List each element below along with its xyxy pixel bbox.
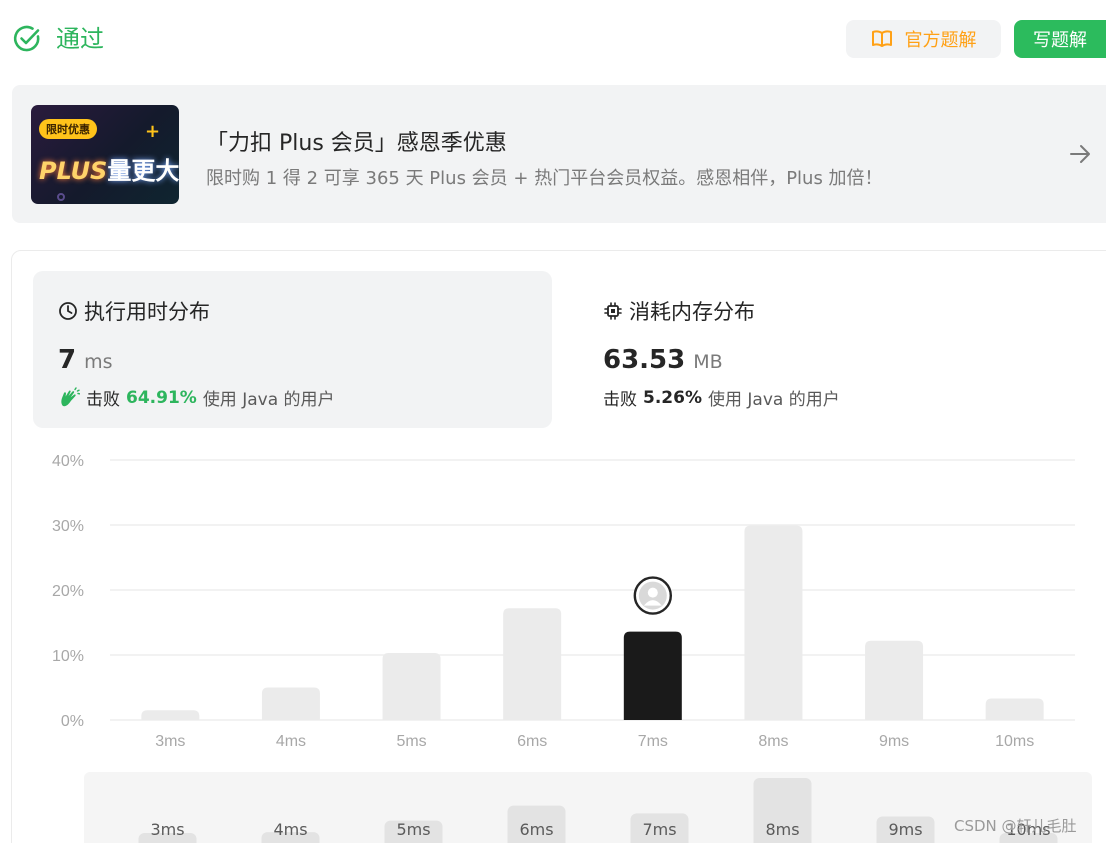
runtime-unit: ms — [84, 351, 113, 373]
runtime-panel[interactable]: 执行用时分布 7 ms 击败 64.91% 使用 Java 的用户 — [33, 271, 552, 428]
x-tick-label: 10ms — [995, 733, 1034, 750]
x-tick-label: 3ms — [155, 733, 185, 750]
promo-subtitle: 限时购 1 得 2 可享 365 天 Plus 会员 + 热门平台会员权益。感恩… — [206, 168, 883, 189]
promo-title: 「力扣 Plus 会员」感恩季优惠 — [206, 131, 507, 156]
range-tick-label: 8ms — [765, 820, 799, 839]
runtime-header: 执行用时分布 — [58, 296, 210, 326]
memory-unit: MB — [693, 351, 723, 373]
beat-label: 击败 — [603, 390, 637, 410]
runtime-beat: 击败 64.91% 使用 Java 的用户 — [58, 385, 335, 410]
bar — [985, 698, 1044, 720]
ring-decoration-icon — [57, 193, 65, 201]
range-tick-label: 3ms — [150, 820, 184, 839]
book-icon — [871, 30, 892, 47]
range-svg: 3ms 4ms 5ms 6ms 7ms 8ms 9ms 10ms — [138, 778, 1058, 843]
x-tick-label: 4ms — [276, 733, 306, 750]
promo-badge: 限时优惠 — [39, 119, 97, 139]
bar-highlight — [623, 631, 682, 720]
x-tick-label: 8ms — [758, 733, 788, 750]
runtime-beat-percent: 64.91% — [126, 387, 197, 408]
memory-value: 63.53 MB — [603, 345, 723, 375]
memory-header: 消耗内存分布 — [603, 296, 755, 326]
bar — [261, 687, 320, 720]
bar — [865, 640, 924, 720]
submission-status: 通过 — [12, 24, 104, 54]
memory-beat-percent: 5.26% — [643, 387, 702, 408]
bar — [382, 653, 441, 720]
clock-icon — [59, 302, 77, 320]
plus-promo-banner[interactable]: 限时优惠 + PLUS量更大 「力扣 Plus 会员」感恩季优惠 限时购 1 得… — [12, 85, 1106, 223]
y-tick-label: 30% — [52, 518, 84, 535]
chip-icon — [604, 302, 622, 320]
runtime-distribution-chart: 0% 10% 20% 30% 40% 3ms 4ms 5ms 6ms 7ms 8ms 9ms 10ms — [0, 440, 1106, 760]
promo-image: 限时优惠 + PLUS量更大 — [31, 105, 179, 204]
avatar-head — [647, 587, 658, 598]
status-label: 通过 — [56, 25, 104, 53]
memory-title: 消耗内存分布 — [629, 300, 755, 324]
runtime-title: 执行用时分布 — [84, 300, 210, 324]
y-tick-label: 0% — [61, 713, 84, 730]
bar — [503, 608, 562, 720]
x-tick-label: 9ms — [879, 733, 909, 750]
memory-beat-suffix: 使用 Java 的用户 — [707, 390, 840, 410]
memory-number: 63.53 — [603, 345, 686, 375]
x-tick-label: 6ms — [517, 733, 547, 750]
range-tick-label: 5ms — [396, 820, 430, 839]
check-circle-icon — [13, 25, 40, 52]
range-tick-label: 4ms — [273, 820, 307, 839]
range-tick-label: 9ms — [888, 820, 922, 839]
y-tick-label: 10% — [52, 648, 84, 665]
range-tick-label: 6ms — [519, 820, 553, 839]
promo-brand: PLUS量更大 — [39, 157, 179, 185]
clapping-hands-icon — [61, 386, 80, 406]
official-solution-button[interactable]: 官方题解 — [846, 20, 1001, 58]
sparkle-icon: + — [145, 121, 161, 142]
memory-panel[interactable]: 消耗内存分布 63.53 MB 击败 5.26% 使用 Java 的用户 — [578, 271, 1097, 428]
runtime-beat-suffix: 使用 Java 的用户 — [202, 390, 335, 410]
y-tick-label: 20% — [52, 583, 84, 600]
watermark: CSDN @轩儿毛肚 — [954, 817, 1077, 835]
x-tick-label: 7ms — [638, 733, 668, 750]
memory-beat: 击败 5.26% 使用 Java 的用户 — [603, 385, 840, 411]
y-tick-label: 40% — [52, 453, 84, 470]
x-tick-label: 5ms — [396, 733, 426, 750]
runtime-number: 7 — [58, 345, 77, 375]
official-solution-label: 官方题解 — [904, 30, 977, 51]
result-header: 通过 官方题解 写题解 — [0, 0, 1106, 80]
range-selector[interactable]: 3ms 4ms 5ms 6ms 7ms 8ms 9ms 10ms — [84, 772, 1092, 843]
write-solution-button[interactable]: 写题解 — [1014, 20, 1106, 58]
write-solution-label: 写题解 — [1033, 30, 1087, 51]
arrow-right-icon[interactable] — [1068, 142, 1092, 166]
bar — [141, 710, 200, 720]
range-tick-label: 7ms — [642, 820, 676, 839]
runtime-value: 7 ms — [58, 345, 113, 375]
beat-label: 击败 — [86, 390, 120, 410]
bar — [744, 525, 803, 720]
chart-svg: 0% 10% 20% 30% 40% 3ms 4ms 5ms 6ms 7ms 8ms 9ms 10ms — [52, 453, 1075, 750]
